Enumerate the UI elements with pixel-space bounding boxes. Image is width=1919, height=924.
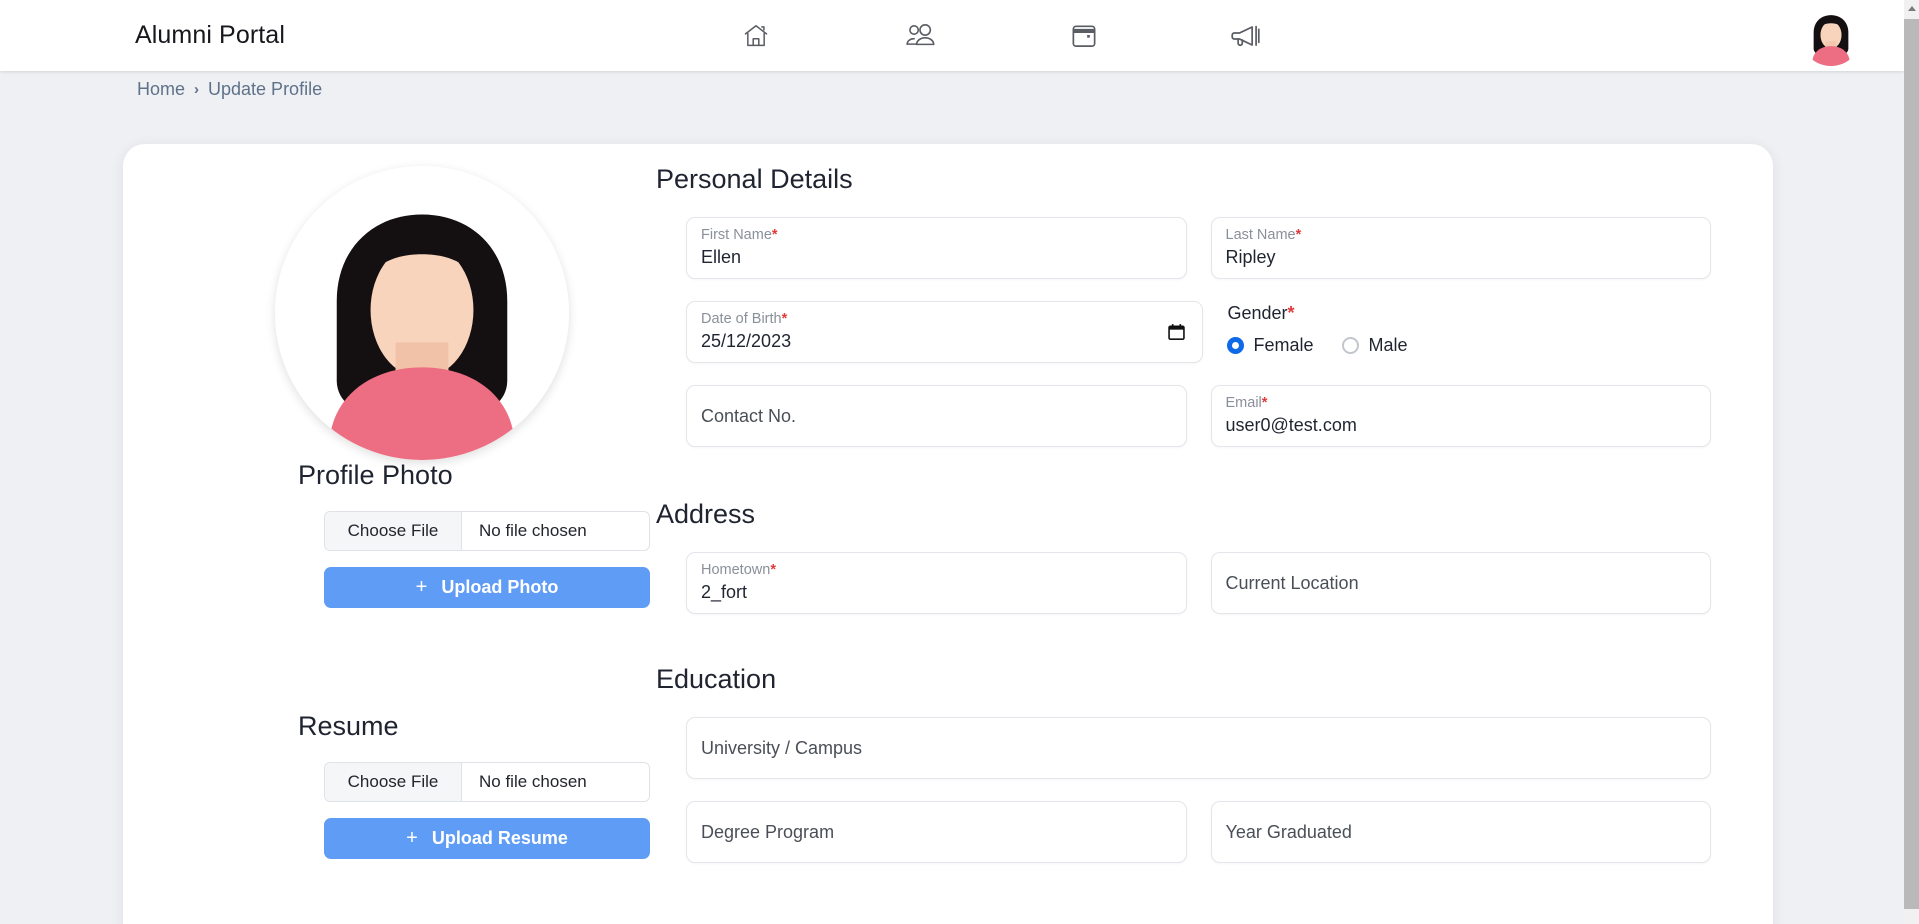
section-title-education: Education (656, 664, 777, 694)
form-row-names: First Name* Ellen Last Name* Ripley (648, 217, 1711, 279)
upload-resume-button[interactable]: + Upload Resume (324, 818, 650, 859)
date-of-birth-field[interactable]: Date of Birth* 25/12/2023 (686, 301, 1203, 363)
resume-upload-block: Resume Choose File No file chosen + Uplo… (298, 711, 650, 859)
breadcrumb-separator-icon: › (194, 81, 200, 98)
form-row-university: University / Campus (648, 717, 1711, 779)
profile-photo-upload-block: Profile Photo Choose File No file chosen… (298, 460, 650, 608)
required-asterisk: * (1295, 227, 1302, 243)
hometown-field[interactable]: Hometown* 2_fort (686, 552, 1187, 614)
calendar-icon (1072, 25, 1096, 47)
required-asterisk: * (770, 562, 776, 578)
resume-file-input[interactable]: Choose File No file chosen (324, 762, 650, 802)
required-asterisk: * (781, 311, 788, 327)
top-navbar: Alumni Portal (0, 0, 1904, 71)
date-of-birth-value: 25/12/2023 (701, 331, 792, 351)
chevron-up-icon (1907, 6, 1916, 11)
last-name-field[interactable]: Last Name* Ripley (1210, 217, 1711, 279)
page-scrollbar[interactable] (1904, 0, 1919, 924)
scrollbar-thumb[interactable] (1904, 19, 1919, 909)
resume-title: Resume (298, 711, 399, 741)
last-name-label: Last Name* (1225, 227, 1302, 243)
people-icon (906, 23, 935, 45)
contact-no-placeholder: Contact No. (701, 405, 797, 426)
year-graduated-field[interactable]: Year Graduated (1210, 801, 1711, 863)
gender-option-male-label: Male (1368, 335, 1408, 355)
degree-program-placeholder: Degree Program (701, 821, 835, 842)
profile-photo-choose-file-button[interactable]: Choose File (325, 512, 462, 550)
calendar-picker-icon[interactable] (1167, 324, 1185, 341)
scrollbar-up-arrow[interactable] (1904, 0, 1919, 17)
section-title-personal-details: Personal Details (656, 164, 853, 194)
last-name-value: Ripley (1225, 247, 1276, 267)
gender-option-male[interactable]: Male (1341, 335, 1408, 356)
section-title-address: Address (656, 499, 756, 529)
university-campus-field[interactable]: University / Campus (686, 717, 1711, 779)
year-graduated-placeholder: Year Graduated (1225, 821, 1352, 842)
profile-card: Profile Photo Choose File No file chosen… (123, 144, 1773, 924)
current-location-placeholder: Current Location (1225, 572, 1359, 593)
nav-calendar-icon[interactable] (1034, 0, 1134, 71)
profile-photo-preview (275, 166, 569, 460)
upload-photo-button-label: Upload Photo (441, 577, 559, 597)
app-root: Alumni Portal Home › Update Profile Prof… (0, 0, 1904, 924)
upload-resume-button-label: Upload Resume (431, 828, 568, 848)
profile-photo-file-input[interactable]: Choose File No file chosen (324, 511, 650, 551)
degree-program-field[interactable]: Degree Program (686, 801, 1187, 863)
form-row-address: Hometown* 2_fort Current Location (648, 552, 1711, 614)
upload-photo-button[interactable]: + Upload Photo (324, 567, 650, 608)
email-value: user0@test.com (1225, 415, 1357, 435)
profile-form: Personal Details First Name* Ellen Last … (648, 144, 1773, 924)
hometown-label: Hometown* (701, 562, 776, 578)
profile-photo-title: Profile Photo (298, 460, 453, 490)
profile-avatar-image (275, 166, 569, 460)
resume-choose-file-button[interactable]: Choose File (325, 763, 462, 801)
required-asterisk: * (1261, 395, 1268, 411)
breadcrumb-current-page: Update Profile (208, 79, 323, 99)
hometown-value: 2_fort (701, 582, 748, 602)
first-name-label: First Name* (701, 227, 778, 243)
plus-icon: + (406, 827, 418, 849)
radio-male-indicator[interactable] (1341, 337, 1359, 354)
current-location-field[interactable]: Current Location (1210, 552, 1711, 614)
required-asterisk: * (1287, 303, 1295, 323)
gender-radio-group: Female Male (1226, 335, 1712, 356)
primary-nav (690, 0, 1296, 71)
nav-home-icon[interactable] (706, 0, 806, 71)
form-row-contact-email: Contact No. Email* user0@test.com (648, 385, 1711, 447)
date-of-birth-label: Date of Birth* (701, 311, 788, 327)
radio-female-indicator[interactable] (1226, 337, 1244, 354)
user-avatar-button[interactable] (1800, 4, 1862, 66)
home-icon (744, 24, 768, 46)
breadcrumb-home-link[interactable]: Home (137, 79, 185, 100)
email-label: Email* (1225, 395, 1268, 411)
gender-option-female[interactable]: Female (1226, 335, 1314, 356)
university-campus-placeholder: University / Campus (701, 737, 863, 758)
megaphone-icon (1231, 25, 1260, 46)
gender-label: Gender* (1227, 303, 1295, 323)
form-row-degree-year: Degree Program Year Graduated (648, 801, 1711, 863)
profile-photo-file-status: No file chosen (479, 521, 587, 540)
breadcrumb: Home › Update Profile (137, 79, 322, 100)
resume-file-status: No file chosen (479, 772, 587, 791)
app-brand-title: Alumni Portal (135, 21, 285, 49)
avatar-image (1800, 4, 1862, 66)
contact-no-field[interactable]: Contact No. (686, 385, 1187, 447)
profile-sidebar: Profile Photo Choose File No file chosen… (123, 144, 650, 924)
first-name-field[interactable]: First Name* Ellen (686, 217, 1187, 279)
gender-field-group: Gender* Female Male (1226, 301, 1712, 363)
email-field[interactable]: Email* user0@test.com (1210, 385, 1711, 447)
gender-option-female-label: Female (1253, 335, 1314, 355)
plus-icon: + (415, 576, 428, 598)
first-name-value: Ellen (701, 247, 742, 267)
nav-announcements-icon[interactable] (1196, 0, 1296, 71)
nav-people-icon[interactable] (870, 0, 970, 71)
form-row-dob-gender: Date of Birth* 25/12/2023 Gender* Female… (648, 301, 1711, 363)
required-asterisk: * (771, 227, 778, 243)
